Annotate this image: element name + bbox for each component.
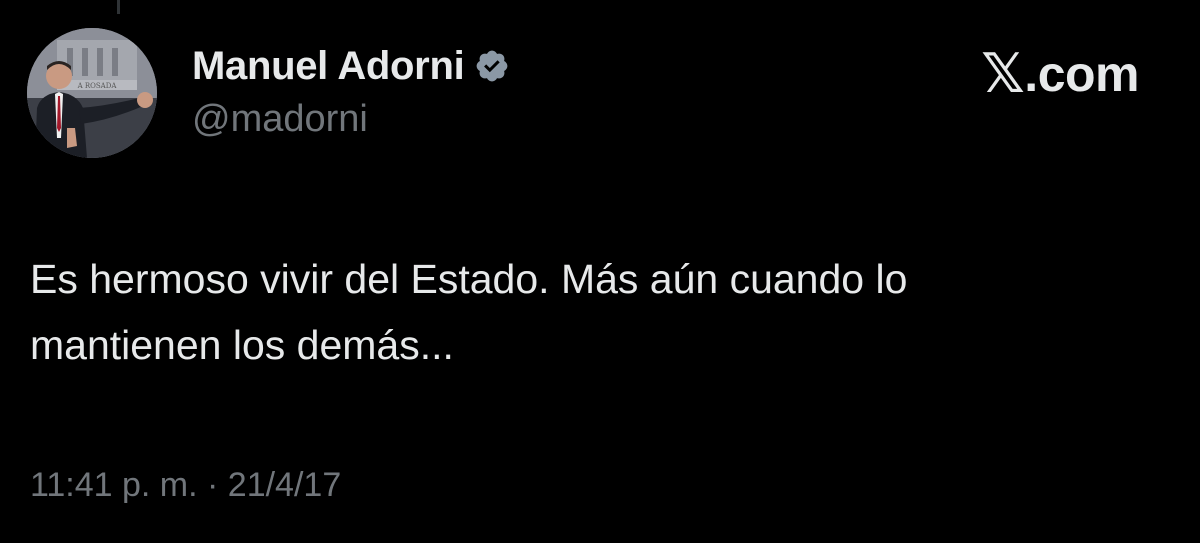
verified-badge-icon — [474, 48, 510, 84]
author-handle[interactable]: @madorni — [192, 98, 510, 141]
brand-watermark: 𝕏 .com — [981, 42, 1139, 105]
author-name-row: Manuel Adorni — [192, 40, 510, 92]
tweet-date: 21/4/17 — [227, 466, 342, 504]
tweet-header: A ROSADA Manuel Adorni @madorni 𝕏 .com — [27, 28, 1177, 160]
thread-connector-line — [117, 0, 120, 14]
author-info[interactable]: Manuel Adorni @madorni — [192, 40, 510, 141]
avatar-sign-text: A ROSADA — [77, 82, 118, 90]
avatar-photo: A ROSADA — [27, 28, 157, 158]
x-logo-icon: 𝕏 — [981, 42, 1025, 105]
tweet-timestamp[interactable]: 11:41 p. m. · 21/4/17 — [30, 466, 341, 505]
brand-domain: .com — [1024, 45, 1139, 102]
tweet-text: Es hermoso vivir del Estado. Más aún cua… — [30, 256, 908, 368]
author-display-name[interactable]: Manuel Adorni — [192, 44, 465, 89]
timestamp-separator: · — [197, 466, 228, 504]
avatar[interactable]: A ROSADA — [27, 28, 157, 158]
tweet-time: 11:41 p. m. — [30, 466, 198, 504]
